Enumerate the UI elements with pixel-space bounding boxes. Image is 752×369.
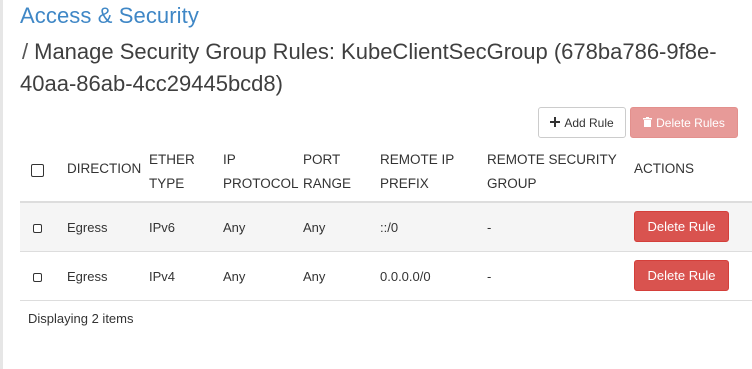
cell-remote-ip-prefix: 0.0.0.0/0 — [380, 269, 431, 284]
breadcrumb-separator: / — [22, 39, 29, 64]
column-header-port-range[interactable]: PORT RANGE — [303, 148, 351, 196]
table-footer-count: Displaying 2 items — [28, 311, 134, 326]
column-header-ip-protocol[interactable]: IP PROTOCOL — [223, 148, 299, 196]
column-header-remote-security-group[interactable]: REMOTE SECURITY GROUP — [487, 148, 617, 196]
remote-security-group-header-line1: REMOTE SECURITY — [487, 152, 617, 167]
direction-header-label: DIRECTION — [67, 161, 142, 176]
delete-rules-button[interactable]: Delete Rules — [630, 107, 738, 138]
delete-rule-button[interactable]: Delete Rule — [634, 211, 729, 242]
ip-protocol-header-line1: IP — [223, 152, 236, 167]
ether-type-header-line2: TYPE — [149, 176, 185, 191]
cell-ip-protocol: Any — [223, 220, 246, 235]
cell-ether-type: IPv6 — [149, 220, 176, 235]
cell-remote-security-group: - — [487, 269, 492, 284]
actions-header-label: ACTIONS — [634, 161, 695, 176]
cell-direction: Egress — [67, 269, 108, 284]
remote-ip-prefix-header-line1: REMOTE IP — [380, 152, 455, 167]
cell-remote-security-group: - — [487, 220, 492, 235]
plus-icon — [550, 116, 561, 130]
ip-protocol-header-line2: PROTOCOL — [223, 176, 299, 191]
page-title: / Manage Security Group Rules: KubeClient… — [20, 36, 750, 100]
delete-rule-button[interactable]: Delete Rule — [634, 260, 729, 291]
column-header-ether-type[interactable]: ETHER TYPE — [149, 148, 195, 196]
cell-port-range: Any — [303, 220, 326, 235]
cell-direction: Egress — [67, 220, 108, 235]
remote-ip-prefix-header-line2: PREFIX — [380, 176, 429, 191]
ether-type-header-line1: ETHER — [149, 152, 195, 167]
row-checkbox[interactable] — [33, 224, 42, 233]
table-header: DIRECTION ETHER TYPE IP PROTOCOL PORT RA… — [20, 140, 752, 203]
column-header-remote-ip-prefix[interactable]: REMOTE IP PREFIX — [380, 148, 454, 196]
cell-ip-protocol: Any — [223, 269, 246, 284]
breadcrumb-access-security[interactable]: Access & Security — [20, 3, 199, 29]
row-checkbox[interactable] — [33, 273, 42, 282]
trash-icon — [643, 116, 653, 130]
cell-port-range: Any — [303, 269, 326, 284]
add-rule-label: Add Rule — [564, 115, 614, 130]
table-row: Egress IPv4 Any Any 0.0.0.0/0 - Delete R… — [20, 252, 752, 301]
page-title-text: Manage Security Group Rules: KubeClientS… — [20, 39, 717, 96]
cell-ether-type: IPv4 — [149, 269, 176, 284]
add-rule-button[interactable]: Add Rule — [538, 107, 626, 138]
port-range-header-line1: PORT — [303, 152, 341, 167]
cell-remote-ip-prefix: ::/0 — [380, 220, 399, 235]
column-header-actions: ACTIONS — [634, 157, 694, 181]
table-row: Egress IPv6 Any Any ::/0 - Delete Rule — [20, 203, 752, 252]
column-header-direction[interactable]: DIRECTION — [67, 157, 141, 181]
delete-rules-label: Delete Rules — [656, 115, 725, 130]
remote-security-group-header-line2: GROUP — [487, 176, 537, 191]
select-all-checkbox[interactable] — [31, 164, 44, 177]
page-frame: Access & Security / Manage Security Group… — [0, 0, 752, 369]
port-range-header-line2: RANGE — [303, 176, 352, 191]
rules-table: DIRECTION ETHER TYPE IP PROTOCOL PORT RA… — [20, 140, 752, 326]
